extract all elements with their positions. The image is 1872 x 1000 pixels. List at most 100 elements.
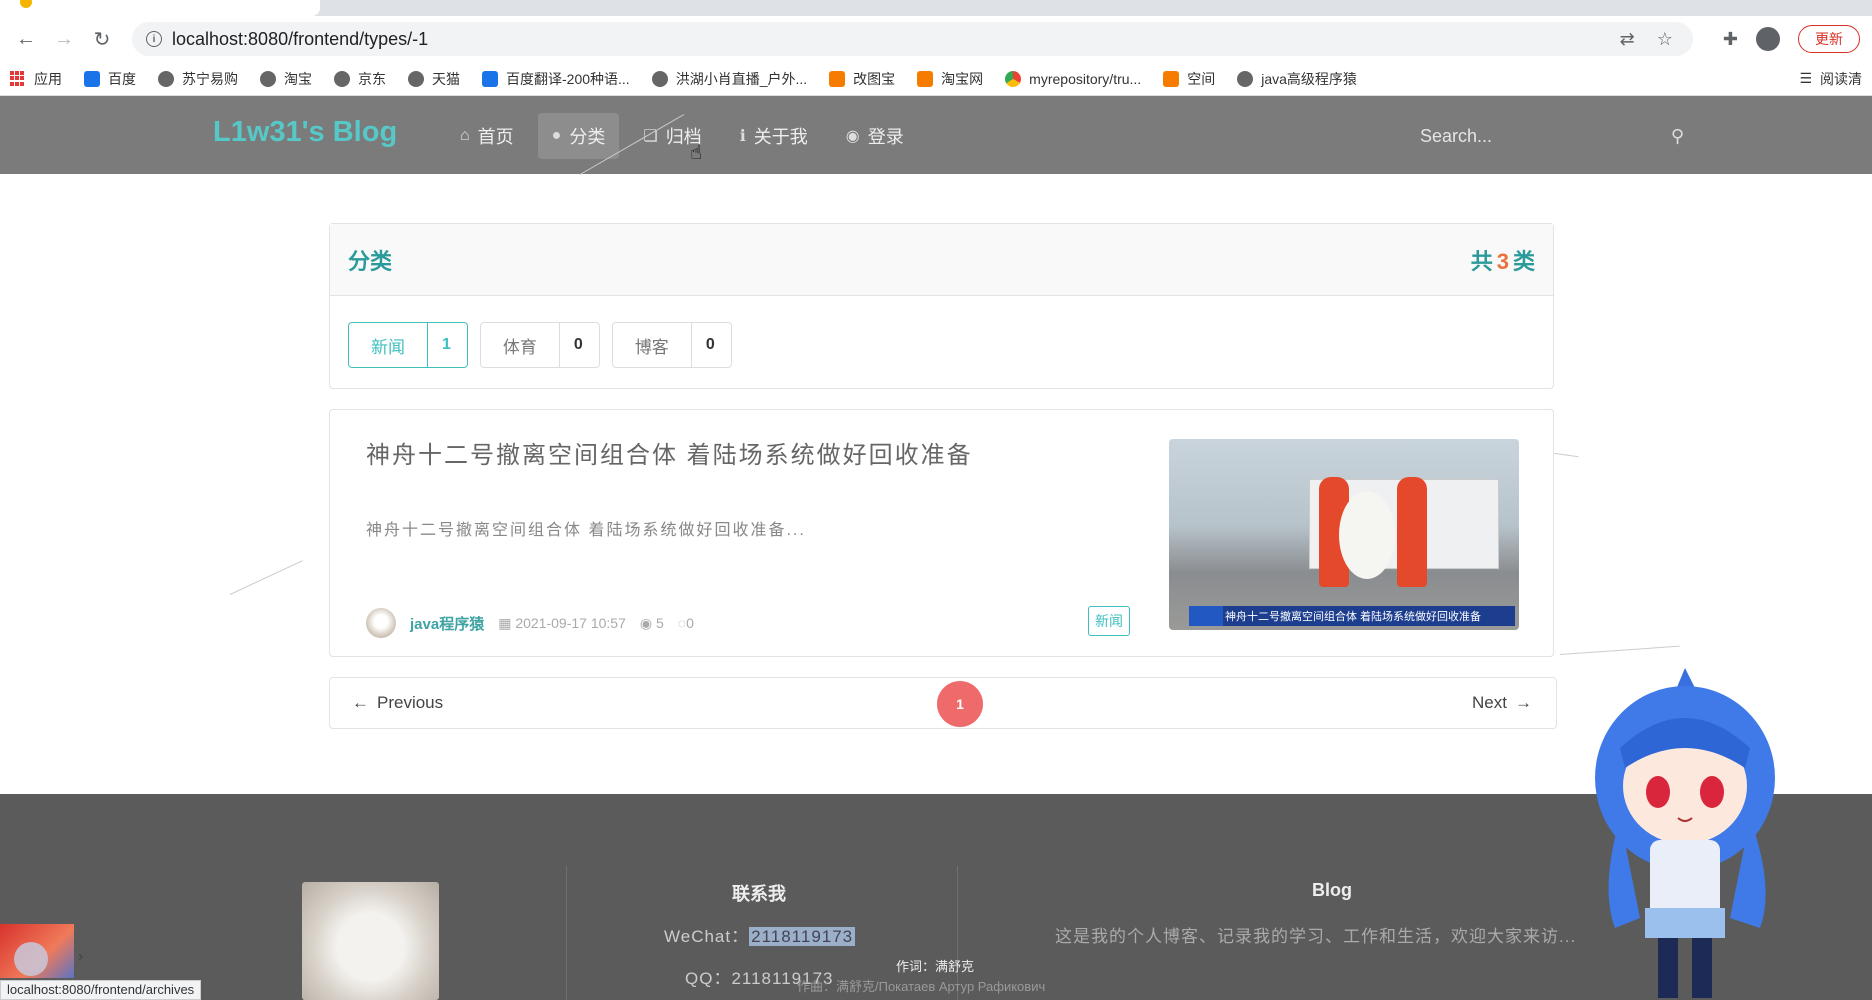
- category-total-prefix: 共: [1470, 248, 1493, 274]
- category-labels: 新闻 1 体育 0 博客 0: [330, 296, 1553, 394]
- category-label[interactable]: 体育 0: [479, 322, 600, 368]
- bookmark-item[interactable]: java高级程序猿: [1237, 69, 1357, 89]
- post-views: ◉ 5: [640, 615, 664, 632]
- post-title[interactable]: 神舟十二号撤离空间组合体 着陆场系统做好回收准备: [366, 435, 973, 470]
- bookmark-item[interactable]: 京东: [334, 69, 386, 89]
- bird-icon: [651, 70, 668, 87]
- mascot-eye-right: [1700, 776, 1724, 808]
- forward-arrow-icon[interactable]: →: [50, 25, 78, 53]
- site-brand[interactable]: L1w31's Blog: [213, 116, 397, 149]
- profile-avatar-icon[interactable]: [1756, 27, 1780, 51]
- bookmark-label: 淘宝: [284, 70, 312, 87]
- address-url[interactable]: localhost:8080/frontend/types/-1: [172, 29, 1610, 50]
- site-menu: ⌂ 首页 ● 分类 ❏ 归档 ℹ 关于我 ◉ 登录: [446, 113, 918, 159]
- category-label-count: 1: [427, 323, 467, 367]
- user-icon: ◉: [845, 128, 860, 145]
- pagination: ← Previous 1 Next →: [329, 677, 1557, 729]
- footer-dog-photo: [302, 882, 439, 1000]
- eye-icon: ◉: [639, 614, 653, 631]
- category-total: 共3类: [1471, 244, 1535, 276]
- post-thumbnail[interactable]: 神舟十二号撤离空间组合体 着陆场系统做好回收准备: [1169, 439, 1519, 630]
- chevron-right-icon[interactable]: ›: [78, 948, 83, 966]
- bookmark-item[interactable]: 百度翻译-200种语...: [482, 69, 630, 89]
- site-info-icon[interactable]: i: [146, 31, 162, 47]
- bookmark-item[interactable]: myrepository/tru...: [1005, 70, 1141, 87]
- browser-tab-active[interactable]: [0, 0, 320, 16]
- globe-icon: [408, 70, 424, 87]
- nav-item-2[interactable]: ● 分类: [537, 113, 620, 159]
- bookmark-item[interactable]: 百度: [84, 69, 136, 89]
- wechat-label: WeChat：: [664, 927, 750, 946]
- reading-list-icon: ☰: [1799, 70, 1812, 86]
- post-tag[interactable]: 新闻: [1088, 606, 1130, 636]
- baidu-icon: [84, 70, 100, 87]
- background-line: [1559, 645, 1680, 655]
- tab-favicon-icon: [20, 0, 32, 8]
- post-date: ▦ 2021-09-17 10:57: [498, 615, 626, 632]
- author-avatar: [366, 608, 396, 638]
- bookmark-item[interactable]: 淘宝网: [917, 69, 983, 89]
- wechat-value[interactable]: 2118119173: [749, 927, 856, 946]
- post-author[interactable]: java程序猿: [410, 613, 484, 634]
- play-icon[interactable]: [14, 942, 48, 976]
- bookmark-label: 淘宝网: [941, 70, 984, 87]
- bookmark-label: 京东: [358, 70, 386, 87]
- next-label: Next: [1472, 693, 1507, 712]
- nav-item-4[interactable]: ℹ 关于我: [726, 113, 822, 159]
- category-panel-title: 分类: [348, 248, 393, 274]
- back-arrow-icon[interactable]: ←: [12, 25, 40, 53]
- bookmark-item[interactable]: 应用: [10, 69, 62, 89]
- search-input[interactable]: [1420, 125, 1620, 147]
- nav-item-label: 首页: [477, 127, 514, 147]
- search-icon[interactable]: ⚲: [1671, 126, 1684, 147]
- category-label[interactable]: 新闻 1: [348, 322, 468, 368]
- reading-list-label: 阅读清: [1820, 70, 1862, 87]
- lyric-line-2: 作曲：满舒克/Покатаев Артур Рафикович: [797, 979, 1046, 994]
- page-number-current[interactable]: 1: [937, 681, 983, 727]
- background-line: [229, 560, 303, 595]
- chrome-icon: [1005, 70, 1022, 87]
- site-search: ⚲: [1420, 120, 1684, 152]
- bookmark-item[interactable]: 天猫: [408, 69, 460, 89]
- nav-item-1[interactable]: ⌂ 首页: [446, 113, 528, 159]
- music-mini-player[interactable]: ›: [0, 920, 92, 980]
- bookmark-item[interactable]: 洪湖小肖直播_户外...: [651, 69, 807, 89]
- blog-description: 这是我的个人博客、记录我的学习、工作和生活，欢迎大家来访...: [1055, 927, 1577, 946]
- translate-icon[interactable]: ⇄: [1620, 29, 1635, 50]
- mascot-skirt: [1645, 908, 1725, 938]
- address-bar[interactable]: i localhost:8080/frontend/types/-1 ⇄ ☆: [132, 22, 1693, 56]
- thumb-capsule: [1339, 491, 1395, 579]
- lyric-line-1: 作词：满舒克: [896, 959, 975, 974]
- thumb-caption: 神舟十二号撤离空间组合体 着陆场系统做好回收准备: [1189, 606, 1515, 626]
- category-total-suffix: 类: [1512, 248, 1535, 274]
- extensions-puzzle-icon[interactable]: ✚: [1723, 29, 1738, 50]
- bookmark-item[interactable]: 苏宁易购: [158, 69, 238, 89]
- reading-list[interactable]: ☰ 阅读清: [1799, 69, 1862, 89]
- apps-grid-icon: [10, 70, 26, 87]
- category-label[interactable]: 博客 0: [611, 322, 732, 368]
- reload-icon[interactable]: ↻: [88, 25, 116, 53]
- next-button[interactable]: Next →: [1472, 693, 1532, 713]
- previous-button[interactable]: ← Previous: [352, 693, 443, 713]
- bilibili-icon: [1237, 70, 1254, 87]
- globe-icon: [158, 70, 174, 87]
- update-button[interactable]: 更新: [1798, 25, 1860, 53]
- bookmark-item[interactable]: 淘宝: [260, 69, 312, 89]
- qq-label: QQ：: [685, 969, 732, 988]
- category-label-count: 0: [558, 323, 599, 367]
- nav-item-5[interactable]: ◉ 登录: [832, 113, 918, 159]
- mouse-pointer-icon: ☝: [690, 142, 703, 164]
- mascot-leg-right: [1692, 938, 1712, 998]
- post-excerpt: 神舟十二号撤离空间组合体 着陆场系统做好回收准备...: [366, 522, 806, 539]
- bookmark-item[interactable]: 空间: [1163, 69, 1215, 89]
- cctv-logo-icon: [1189, 606, 1223, 626]
- bookmark-item[interactable]: 改图宝: [829, 69, 895, 89]
- bookmark-star-icon[interactable]: ☆: [1657, 29, 1673, 50]
- browser-toolbar: ← → ↻ i localhost:8080/frontend/types/-1…: [0, 16, 1872, 62]
- bookmarks-bar: 应用 百度 苏宁易购 淘宝 京东 天猫 百度翻译-200种语... 洪湖小肖直播_户外... 改…: [0, 62, 1872, 96]
- footer-divider: [566, 866, 567, 1000]
- blog-title: Blog: [1312, 880, 1352, 900]
- category-panel: 分类 共3类 新闻 1 体育 0 博客 0: [329, 223, 1554, 389]
- bookmark-label: 空间: [1187, 70, 1216, 87]
- anime-mascot-widget[interactable]: [1580, 668, 1790, 1000]
